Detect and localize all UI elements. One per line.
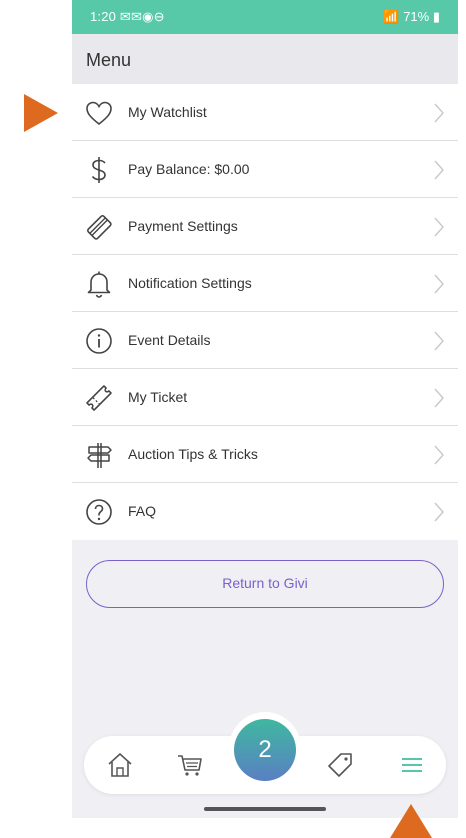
status-time: 1:20 ✉✉◉⊖ [90, 9, 165, 25]
menu-item-label: Pay Balance: $0.00 [128, 161, 250, 177]
annotation-arrow-right [24, 94, 58, 132]
bell-icon [87, 271, 111, 298]
question-icon [86, 499, 112, 525]
home-indicator[interactable] [204, 807, 326, 811]
chevron-right-icon [434, 274, 444, 294]
menu-item-my-watchlist[interactable]: My Watchlist [72, 84, 458, 141]
chevron-right-icon [434, 388, 444, 408]
time-text: 1:20 [90, 9, 117, 24]
menu-item-my-ticket[interactable]: My Ticket [72, 369, 458, 426]
menu-item-payment-settings[interactable]: Payment Settings [72, 198, 458, 255]
menu-list: My Watchlist Pay Balance: $0.00 Payment … [72, 84, 458, 540]
chevron-right-icon [434, 217, 444, 237]
menu-item-label: Event Details [128, 332, 211, 348]
ticket-icon [86, 385, 112, 411]
chevron-right-icon [434, 445, 444, 465]
cart-icon[interactable] [176, 751, 204, 779]
menu-item-label: FAQ [128, 503, 157, 519]
menu-item-label: My Ticket [128, 389, 188, 405]
info-icon [86, 328, 112, 354]
menu-item-event-details[interactable]: Event Details [72, 312, 458, 369]
page-title: Menu [86, 50, 132, 70]
menu-item-auction-tips[interactable]: Auction Tips & Tricks [72, 426, 458, 483]
chevron-right-icon [434, 103, 444, 123]
battery-percent: 71% [403, 9, 430, 24]
menu-item-faq[interactable]: FAQ [72, 483, 458, 540]
menu-item-label: Notification Settings [128, 275, 252, 291]
menu-item-pay-balance[interactable]: Pay Balance: $0.00 [72, 141, 458, 198]
cart-count-badge[interactable]: 2 [234, 719, 296, 781]
phone-screen: 1:20 ✉✉◉⊖ 📶 71% ▮ Menu My Watchlist Pay … [72, 0, 458, 818]
signpost-icon [87, 443, 112, 468]
status-bar: 1:20 ✉✉◉⊖ 📶 71% ▮ [72, 0, 458, 34]
heart-icon [86, 101, 112, 126]
menu-item-label: Payment Settings [128, 218, 238, 234]
menu-item-label: My Watchlist [128, 104, 207, 120]
dollar-icon [91, 157, 106, 183]
home-icon[interactable] [106, 751, 134, 779]
chevron-right-icon [434, 160, 444, 180]
chevron-right-icon [434, 502, 444, 522]
menu-header: Menu [72, 34, 458, 84]
tag-icon[interactable] [326, 751, 354, 779]
signal-icon: 📶 [383, 9, 400, 24]
annotation-arrow-up [390, 804, 432, 838]
menu-item-notification-settings[interactable]: Notification Settings [72, 255, 458, 312]
card-icon [87, 215, 112, 240]
menu-icon[interactable] [398, 751, 426, 779]
status-right: 📶 71% ▮ [383, 9, 440, 25]
return-to-givi-button[interactable]: Return to Givi [86, 560, 444, 608]
battery-icon: ▮ [432, 9, 440, 24]
menu-item-label: Auction Tips & Tricks [128, 446, 258, 462]
chevron-right-icon [434, 331, 444, 351]
notification-icons: ✉✉◉⊖ [119, 9, 165, 24]
